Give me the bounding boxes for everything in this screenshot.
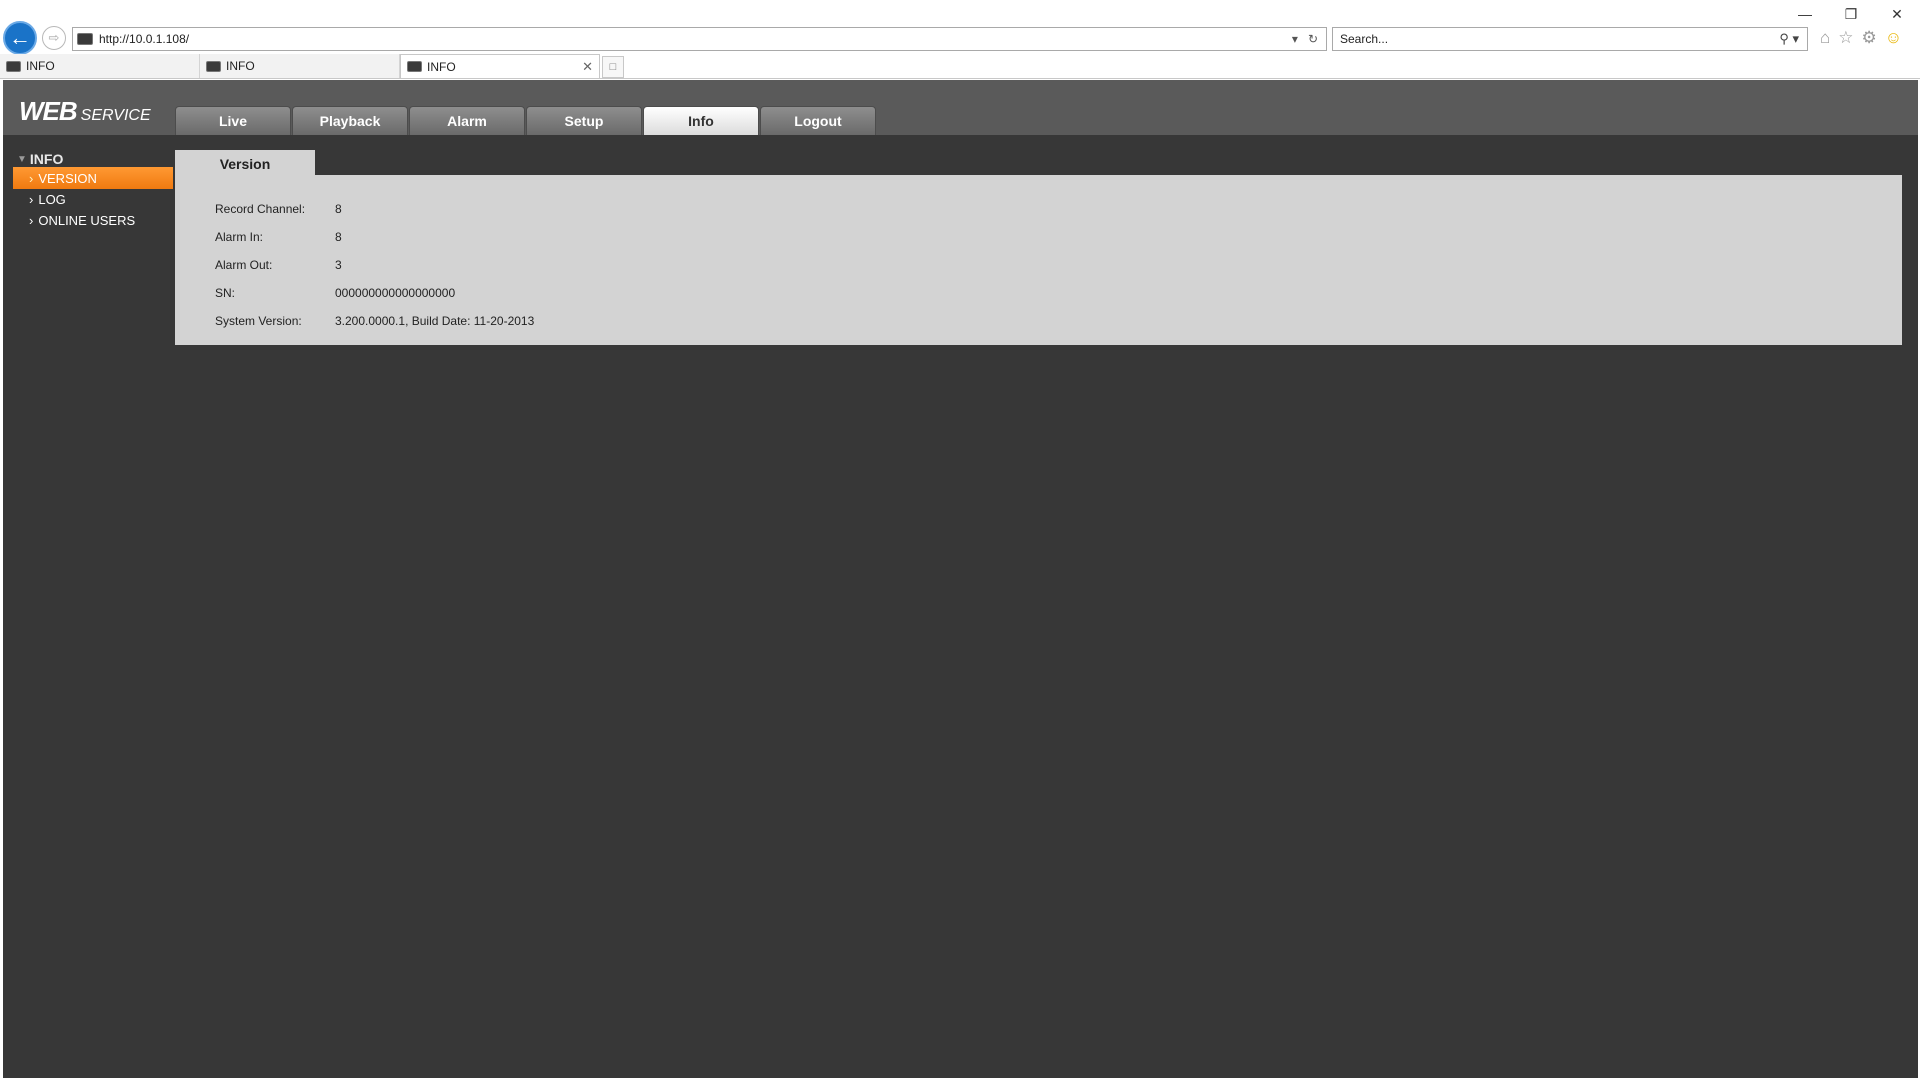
browser-toolbar-icons: ⌂ ☆ ⚙ ☺ (1820, 28, 1902, 48)
collapse-triangle-icon: ▼ (17, 153, 27, 165)
address-bar[interactable]: http://10.0.1.108/ ▾ ↻ (72, 27, 1327, 51)
info-row-record-channel: Record Channel: 8 (215, 202, 342, 216)
top-navigation-bar: WEB SERVICE Live Playback Alarm Setup Inf… (3, 80, 1918, 135)
sidebar-header-label: INFO (29, 151, 64, 167)
sidebar-item-label: VERSION (38, 170, 97, 186)
close-icon[interactable]: ✕ (1874, 0, 1920, 28)
content-tab-version[interactable]: Version (175, 150, 315, 177)
info-value: 3 (335, 258, 342, 272)
info-label: Alarm In: (215, 230, 264, 244)
tab-favicon-icon (6, 60, 21, 72)
tab-alarm[interactable]: Alarm (409, 106, 525, 135)
logo-sub-text: SERVICE (80, 107, 151, 124)
tab-info[interactable]: Info (643, 106, 759, 135)
tab-live[interactable]: Live (175, 106, 291, 135)
info-row-sn: SN: 000000000000000000 (215, 286, 455, 300)
restore-icon[interactable]: ❐ (1828, 0, 1874, 28)
sidebar-item-label: LOG (38, 191, 66, 207)
refresh-icon[interactable]: ↻ (1308, 32, 1318, 46)
browser-tab-1[interactable]: INFO (0, 54, 200, 78)
chevron-right-icon: › (29, 191, 34, 207)
version-info-panel: Record Channel: 8 Alarm In: 8 Alarm Out:… (175, 175, 1902, 345)
forward-arrow-icon[interactable]: ⇨ (42, 26, 66, 50)
info-value: 000000000000000000 (335, 286, 456, 300)
info-label: System Version: (215, 314, 302, 328)
tab-setup[interactable]: Setup (526, 106, 642, 135)
tab-close-icon[interactable]: ✕ (582, 59, 593, 75)
info-value: 8 (335, 202, 342, 216)
search-box[interactable]: ⚲ ▾ (1332, 27, 1808, 51)
chevron-right-icon: › (29, 170, 34, 186)
sidebar-header-info[interactable]: ▼ INFO (17, 151, 63, 167)
browser-tab-3-active[interactable]: INFO ✕ (400, 54, 600, 78)
sidebar-item-log[interactable]: › LOG (13, 188, 173, 210)
main-tabs: Live Playback Alarm Setup Info Logout (175, 106, 876, 135)
search-input[interactable] (1333, 31, 1780, 47)
home-icon[interactable]: ⌂ (1820, 28, 1830, 48)
info-value: 8 (335, 230, 342, 244)
site-favicon-icon (77, 33, 93, 45)
tab-favicon-icon (407, 61, 422, 72)
browser-tab-2[interactable]: INFO (200, 54, 400, 78)
search-icon[interactable]: ⚲ (1779, 31, 1789, 46)
info-row-system-version: System Version: 3.200.0000.1, Build Date… (215, 314, 534, 328)
tab-favicon-icon (206, 60, 221, 72)
web-service-page: WEB SERVICE Live Playback Alarm Setup Inf… (3, 80, 1918, 1078)
info-value: 3.200.0000.1, Build Date: 11-20-2013 (335, 314, 535, 328)
tab-playback[interactable]: Playback (292, 106, 408, 135)
browser-tab-title: INFO (26, 59, 55, 73)
address-dropdown-icon[interactable]: ▾ (1292, 32, 1298, 46)
chevron-right-icon: › (29, 212, 34, 228)
browser-tab-title: INFO (226, 59, 255, 73)
back-arrow-icon[interactable]: ← (3, 21, 37, 55)
settings-gear-icon[interactable]: ⚙ (1862, 28, 1877, 48)
browser-chrome: — ❐ ✕ ← ⇨ http://10.0.1.108/ ▾ ↻ ⚲ ▾ ⌂ ☆… (0, 0, 1920, 80)
address-url[interactable]: http://10.0.1.108/ (99, 32, 1292, 46)
browser-tab-title: INFO (427, 59, 456, 74)
new-tab-icon[interactable]: □ (602, 56, 624, 78)
logo-main-text: WEB (19, 96, 78, 126)
minimize-icon[interactable]: — (1782, 0, 1828, 28)
info-label: Alarm Out: (215, 258, 273, 272)
feedback-smiley-icon[interactable]: ☺ (1885, 28, 1902, 48)
info-label: SN: (215, 286, 236, 300)
info-label: Record Channel: (215, 202, 306, 216)
web-service-logo: WEB SERVICE (19, 96, 151, 127)
tab-logout[interactable]: Logout (760, 106, 876, 135)
sidebar-item-online-users[interactable]: › ONLINE USERS (13, 209, 173, 231)
browser-tab-strip: INFO INFO INFO ✕ □ (0, 54, 1920, 79)
sidebar-item-label: ONLINE USERS (38, 212, 136, 228)
info-row-alarm-out: Alarm Out: 3 (215, 258, 342, 272)
search-dropdown-icon[interactable]: ▾ (1792, 31, 1799, 46)
sidebar-item-version[interactable]: › VERSION (13, 167, 173, 189)
favorites-star-icon[interactable]: ☆ (1838, 28, 1853, 48)
window-controls: — ❐ ✕ (1782, 0, 1920, 28)
info-row-alarm-in: Alarm In: 8 (215, 230, 342, 244)
